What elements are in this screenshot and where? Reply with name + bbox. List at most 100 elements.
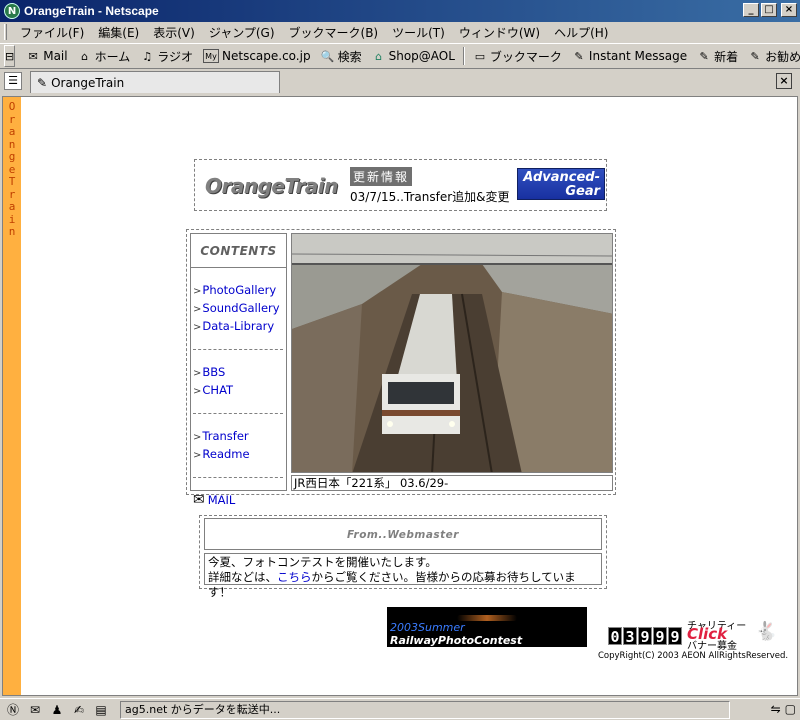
content-viewport: OrangeTrain OrangeTrain 更新情報 03/7/15..Tr…: [2, 96, 798, 696]
nav-soundgallery[interactable]: >SoundGallery: [193, 300, 285, 318]
toolbar-whats-new[interactable]: ✎ 新着: [692, 48, 743, 65]
menu-help[interactable]: ヘルプ(H): [547, 24, 615, 41]
window-title: OrangeTrain - Netscape: [24, 4, 159, 18]
toolbar-radio[interactable]: ♫ ラジオ: [135, 48, 198, 65]
chevron-right-icon: >: [193, 450, 202, 461]
nav-chat[interactable]: >CHAT: [193, 382, 285, 400]
bookmark-icon: ✎: [699, 49, 709, 63]
mailbox-icon: ✉: [193, 492, 205, 508]
site-logo[interactable]: OrangeTrain: [205, 174, 338, 198]
nav-divider: [193, 336, 283, 350]
shop-icon: ⌂: [375, 49, 383, 63]
charity-banner[interactable]: チャリティー Click バナー募金 🐇: [687, 617, 787, 652]
status-right-icons: ⇋ ▢: [771, 702, 796, 716]
composer-icon[interactable]: ✍: [70, 702, 88, 718]
toolbar-home[interactable]: ⌂ ホーム: [73, 48, 136, 65]
chevron-right-icon: >: [193, 432, 202, 443]
status-bar: Ⓝ ✉ ♟ ✍ ▤ ag5.net からデータを転送中... ⇋ ▢: [0, 698, 800, 720]
advanced-gear-banner[interactable]: Advanced- Gear: [517, 168, 605, 200]
photo-caption: JR西日本「221系」 03.6/29-: [291, 475, 613, 491]
tab-orangetrain[interactable]: ✎ OrangeTrain: [30, 71, 280, 93]
chevron-right-icon: >: [193, 286, 202, 297]
toolbar-separator: [462, 47, 465, 65]
contents-title: CONTENTS: [191, 234, 286, 268]
counter-digit: 0: [608, 627, 622, 646]
aim-icon[interactable]: ♟: [48, 702, 66, 718]
address-book-icon[interactable]: ▤: [92, 702, 110, 718]
minimize-button[interactable]: _: [743, 3, 759, 17]
menu-window[interactable]: ウィンドウ(W): [452, 24, 547, 41]
window-controls: _ □ ×: [743, 3, 797, 17]
webmaster-message-box: From..Webmaster 今夏、フォトコンテストを開催いたします。 詳細な…: [199, 515, 607, 599]
nav-transfer[interactable]: >Transfer: [193, 428, 285, 446]
tab-bar: ☰ ✎ OrangeTrain ×: [0, 70, 800, 94]
menu-bookmarks[interactable]: ブックマーク(B): [282, 24, 386, 41]
main-box: CONTENTS >PhotoGallery >SoundGallery >Da…: [186, 229, 616, 508]
mail-icon: ✉: [28, 49, 38, 63]
sidebar-vertical-text: OrangeTrain: [8, 100, 16, 238]
menu-file[interactable]: ファイル(F): [13, 24, 91, 41]
nav-photogallery[interactable]: >PhotoGallery: [193, 282, 285, 300]
maximize-button[interactable]: □: [761, 3, 777, 17]
mail-link-row[interactable]: ✉ MAIL: [193, 492, 285, 508]
sidebar-toggle-icon[interactable]: ☰: [4, 72, 22, 90]
menu-grip[interactable]: [4, 24, 7, 40]
chevron-right-icon: >: [193, 304, 202, 315]
menu-tools[interactable]: ツール(T): [385, 24, 452, 41]
connection-icon: ⇋: [770, 702, 781, 716]
copyright-text: CopyRight(C) 2003 AEON AllRightsReserved…: [598, 651, 789, 661]
toolbar-shop[interactable]: ⌂ Shop@AOL: [367, 49, 460, 63]
status-text: ag5.net からデータを転送中...: [120, 700, 730, 719]
toolbar-home-button[interactable]: ⊟: [4, 45, 16, 67]
nav-list: >PhotoGallery >SoundGallery >Data-Librar…: [193, 282, 285, 508]
photo-contest-banner[interactable]: 2003Summer RailwayPhotoContest: [387, 607, 587, 647]
nav-readme[interactable]: >Readme: [193, 446, 285, 464]
nav-bbs[interactable]: >BBS: [193, 364, 285, 382]
train-photo-image: [292, 234, 612, 472]
toolbar-instant-message[interactable]: ✎ Instant Message: [567, 49, 692, 63]
toolbar-recommended[interactable]: ✎ お勧め: [743, 48, 800, 65]
netscape-status-icon[interactable]: Ⓝ: [4, 702, 22, 718]
contents-nav: CONTENTS >PhotoGallery >SoundGallery >Da…: [190, 233, 287, 508]
home-icon: ⌂: [81, 49, 89, 63]
close-tab-button[interactable]: ×: [776, 73, 792, 89]
netscape-icon: N: [4, 3, 20, 19]
banner-line-1: 2003Summer: [390, 621, 465, 634]
chevron-right-icon: >: [193, 368, 202, 379]
toolbar-bookmarks[interactable]: ▭ ブックマーク: [468, 48, 567, 65]
menu-edit[interactable]: 編集(E): [91, 24, 146, 41]
orange-sidebar-strip: OrangeTrain: [3, 97, 21, 695]
chevron-right-icon: >: [193, 322, 202, 333]
chevron-right-icon: >: [193, 386, 202, 397]
nav-mail[interactable]: MAIL: [208, 492, 236, 508]
train-photo: [291, 233, 613, 473]
bookmark-folder-icon: ▭: [474, 49, 486, 63]
nav-divider: [193, 400, 283, 414]
window-titlebar[interactable]: N OrangeTrain - Netscape _ □ ×: [0, 0, 800, 22]
nav-divider: [193, 464, 283, 478]
message-line-2: 詳細などは、こちらからご覧ください。皆様からの応募お待ちしています！: [208, 570, 576, 599]
details-link[interactable]: こちら: [277, 570, 312, 584]
toolbar-my-netscape[interactable]: My Netscape.co.jp: [198, 49, 316, 63]
banner-glow: [457, 615, 517, 621]
visitor-counter: 03999: [608, 627, 682, 646]
menu-view[interactable]: 表示(V): [146, 24, 202, 41]
radio-icon: ♫: [142, 49, 153, 63]
menu-bar: ファイル(F) 編集(E) 表示(V) ジャンプ(G) ブックマーク(B) ツー…: [0, 22, 800, 42]
message-heading: From..Webmaster: [204, 518, 602, 550]
update-label: 更新情報: [350, 167, 413, 186]
security-lock-icon: ▢: [784, 702, 796, 716]
toolbar-search[interactable]: 🔍 検索: [316, 48, 367, 65]
bookmark-icon: ✎: [574, 49, 584, 63]
charity-text-2: バナー募金: [687, 641, 737, 652]
toolbar-mail[interactable]: ✉ Mail: [21, 49, 72, 63]
my-netscape-icon: My: [203, 49, 219, 63]
bookmark-icon: ✎: [750, 49, 760, 63]
nav-data-library[interactable]: >Data-Library: [193, 318, 285, 336]
message-line-1: 今夏、フォトコンテストを開催いたします。: [208, 555, 437, 569]
search-icon: 🔍: [320, 49, 335, 63]
counter-digit: 9: [653, 627, 667, 646]
close-button[interactable]: ×: [781, 3, 797, 17]
menu-go[interactable]: ジャンプ(G): [202, 24, 282, 41]
mail-status-icon[interactable]: ✉: [26, 702, 44, 718]
